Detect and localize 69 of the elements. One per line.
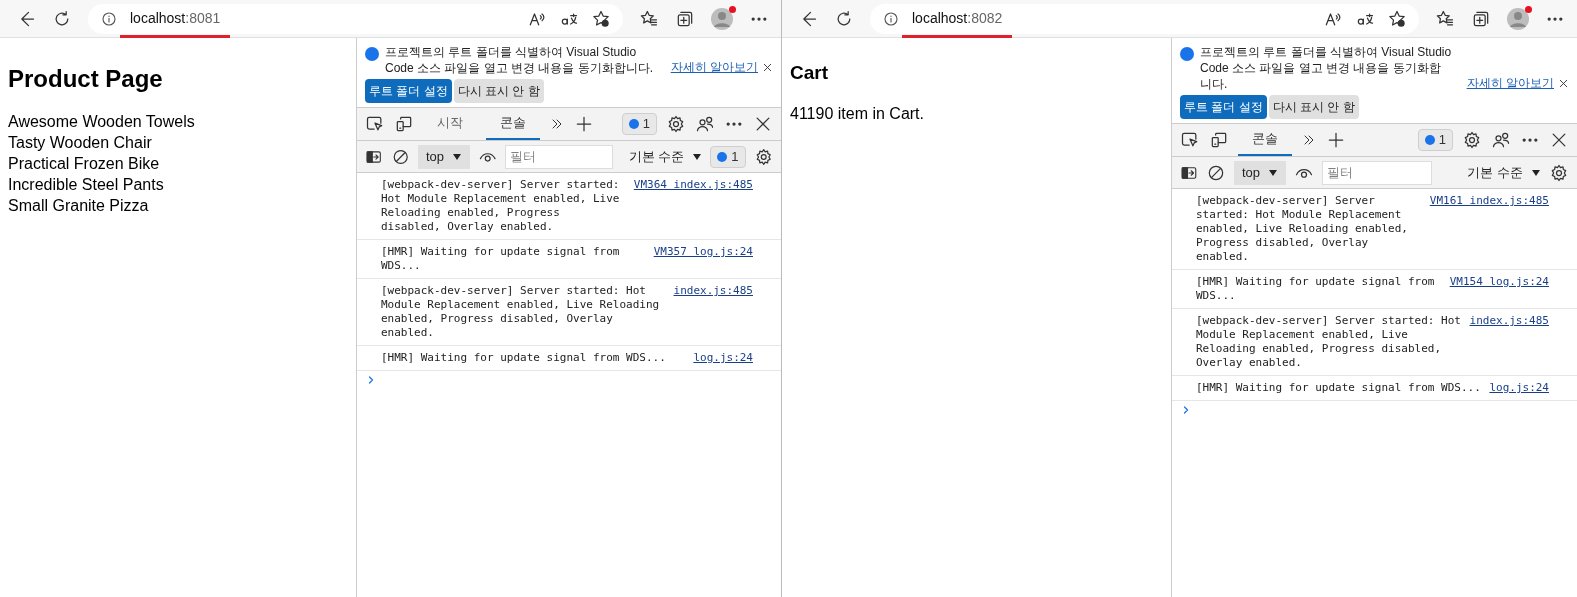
- issues-badge[interactable]: 1: [621, 113, 657, 135]
- devtools-tab[interactable]: 시작: [423, 108, 477, 140]
- add-favorite-icon[interactable]: [1387, 8, 1407, 29]
- console-message: [HMR] Waiting for update signal from WDS...: [1196, 381, 1482, 395]
- device-icon[interactable]: [1209, 130, 1229, 150]
- caret-icon: [692, 151, 703, 162]
- issues-badge[interactable]: 1: [710, 145, 746, 168]
- close-icon[interactable]: [1558, 77, 1569, 89]
- caret-icon: [1531, 167, 1541, 178]
- info-icon: [1180, 47, 1194, 61]
- info-icon[interactable]: [100, 9, 118, 28]
- product-name: Tasty Wooden Chair: [8, 133, 153, 153]
- settings-icon[interactable]: [1549, 162, 1569, 183]
- url-host: localhost: [912, 9, 968, 28]
- level-dropdown[interactable]: 기본 수준: [1467, 162, 1541, 183]
- page-text: 41190 item in Cart.: [790, 103, 925, 124]
- people-icon[interactable]: [1491, 130, 1511, 150]
- filter-field[interactable]: 필터: [505, 144, 613, 169]
- set-root-folder-button[interactable]: 루트 폴더 설정: [1180, 95, 1267, 119]
- dismiss-button[interactable]: 다시 표시 안 함: [1268, 95, 1359, 119]
- caret-icon: [1268, 167, 1279, 178]
- page-heading: Cart: [790, 61, 829, 85]
- source-link[interactable]: index.js:485: [1469, 314, 1549, 328]
- context-dropdown[interactable]: top: [417, 144, 470, 169]
- source-link[interactable]: log.js:24: [1489, 381, 1549, 395]
- settings-icon[interactable]: [1462, 130, 1482, 150]
- source-link[interactable]: VM364 index.js:485: [633, 178, 753, 192]
- level-dropdown[interactable]: 기본 수준: [628, 146, 703, 167]
- console-message: [webpack-dev-server] Server started: Hot Module Replacement enabled, Live Reloading enabled, Progress disabled, Overlay enabled.: [1196, 314, 1462, 370]
- console-message: [webpack-dev-server] Server started: Hot Module Replacement enabled, Live Reloading enabled, Progress disabled, Overlay enabled.: [381, 178, 621, 234]
- add-tab-icon[interactable]: [1326, 130, 1346, 150]
- product-name: Practical Frozen Bike: [8, 154, 161, 174]
- settings-icon[interactable]: [666, 114, 686, 134]
- learn-more-link[interactable]: 자세히 알아보기: [1466, 74, 1554, 92]
- dismiss-button[interactable]: 다시 표시 안 함: [453, 79, 544, 103]
- banner-message: 프로젝트의 루트 폴더를 식별하여 Visual Studio Code 소스 파일을 열고 변경 내용을 동기화합니다.: [385, 44, 655, 76]
- console-message: [webpack-dev-server] Server started: Hot Module Replacement enabled, Live Reloading enabled, Progress disabled, Overlay enabled.: [1196, 194, 1409, 264]
- profile-avatar[interactable]: [1507, 7, 1529, 30]
- url-port: :8081: [185, 9, 221, 28]
- add-tab-icon[interactable]: [574, 114, 594, 134]
- profile-avatar[interactable]: [711, 7, 733, 30]
- product-name: Incredible Steel Pants: [8, 175, 165, 195]
- source-link[interactable]: log.js:24: [693, 351, 753, 365]
- add-favorite-icon[interactable]: [591, 8, 611, 29]
- banner-message: 프로젝트의 루트 폴더를 식별하여 Visual Studio Code 소스 파일을 열고 변경 내용을 동기화합니다.: [1200, 44, 1453, 92]
- source-link[interactable]: VM154 log.js:24: [1449, 275, 1549, 289]
- url-host: localhost: [130, 9, 186, 28]
- people-icon[interactable]: [695, 114, 715, 134]
- context-dropdown[interactable]: top: [1234, 160, 1287, 185]
- info-icon[interactable]: [882, 9, 900, 28]
- issues-badge[interactable]: 1: [1417, 129, 1453, 151]
- learn-more-link[interactable]: 자세히 알아보기: [670, 58, 758, 76]
- product-name: Small Granite Pizza: [8, 196, 150, 216]
- source-link[interactable]: index.js:485: [673, 284, 753, 298]
- console-message: [webpack-dev-server] Server started: Hot Module Replacement enabled, Live Reloading enabled, Progress disabled, Overlay enabled.: [381, 284, 661, 340]
- console-message: [HMR] Waiting for update signal from WDS...: [1196, 275, 1436, 303]
- filter-field[interactable]: 필터: [1322, 160, 1433, 185]
- source-link[interactable]: VM357 log.js:24: [653, 245, 753, 259]
- caret-icon: [452, 151, 462, 162]
- page-title: Product Page: [8, 64, 164, 94]
- product-name: Awesome Wooden Towels: [8, 112, 196, 132]
- console-message: [HMR] Waiting for update signal from WDS...: [381, 351, 667, 365]
- set-root-folder-button[interactable]: 루트 폴더 설정: [365, 79, 452, 103]
- url-port: :8082: [967, 9, 1003, 28]
- source-link[interactable]: VM161 index.js:485: [1429, 194, 1549, 208]
- device-icon[interactable]: [394, 114, 414, 134]
- console-message: [HMR] Waiting for update signal from WDS...: [381, 245, 621, 273]
- close-icon[interactable]: [762, 61, 773, 73]
- info-icon: [365, 47, 379, 61]
